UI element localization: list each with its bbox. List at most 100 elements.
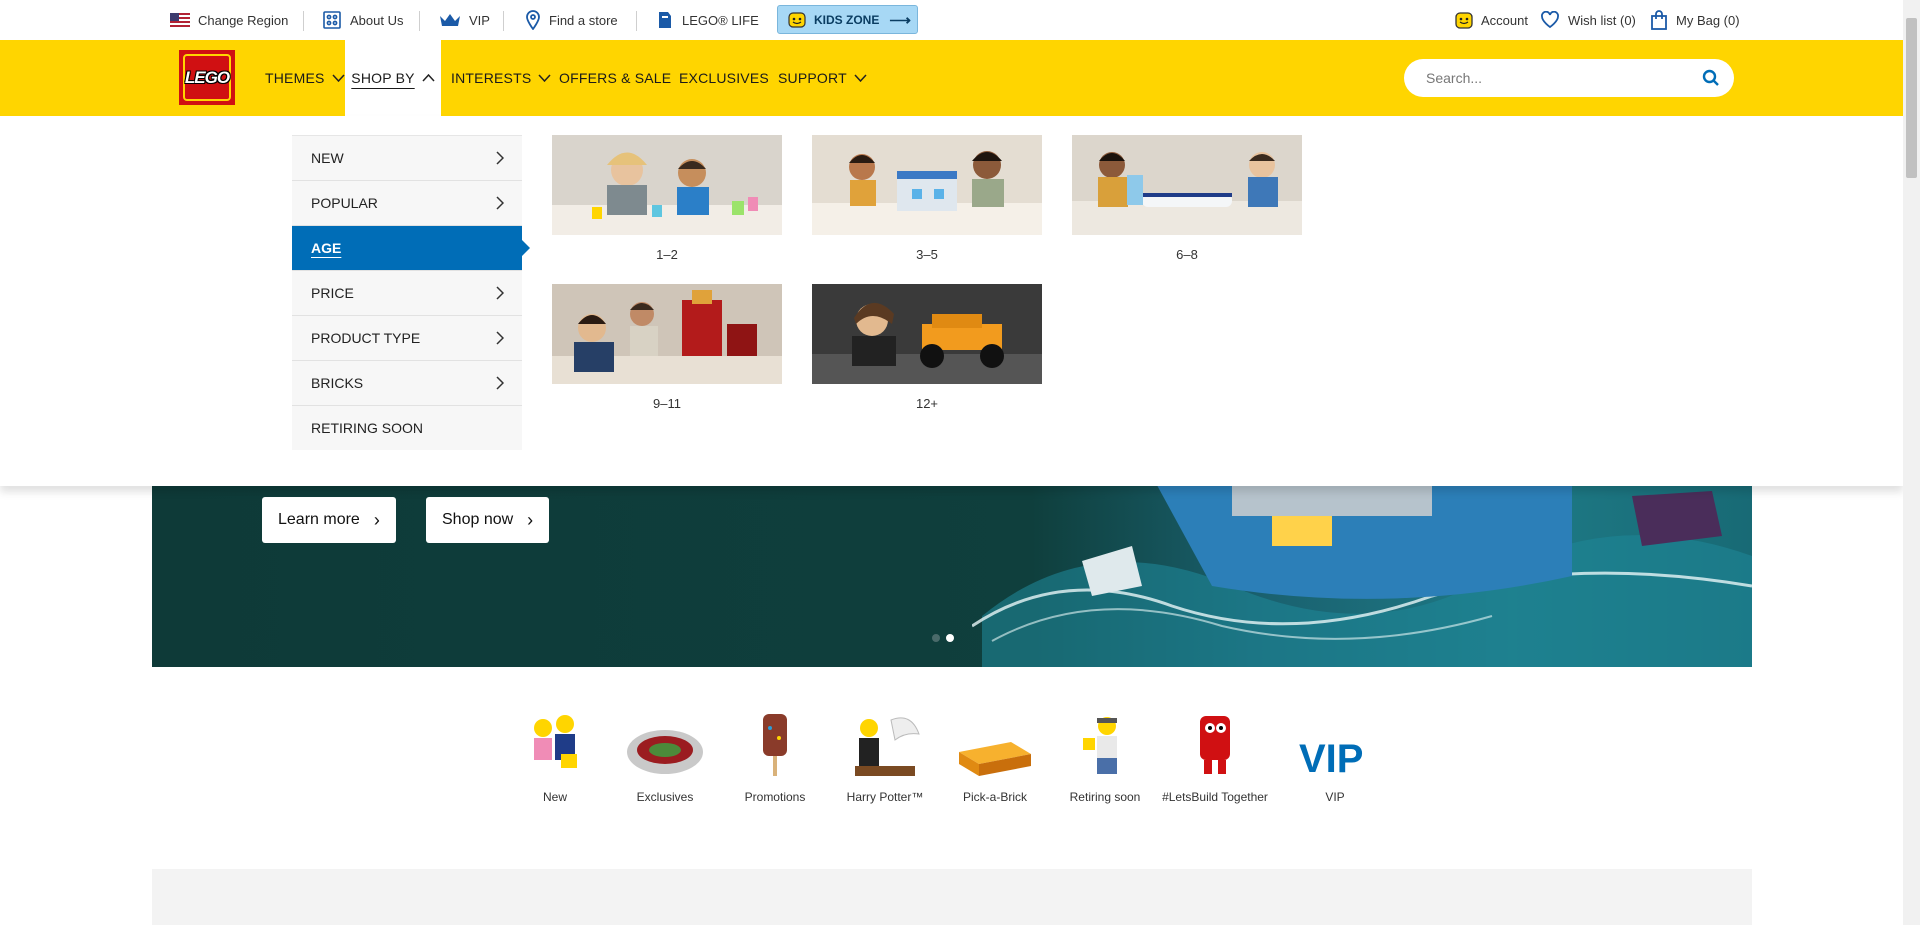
change-region-label: Change Region [198, 12, 289, 28]
lego-life-link[interactable]: LEGO® LIFE [656, 0, 759, 40]
menu-item-product-type[interactable]: PRODUCT TYPE [292, 315, 522, 360]
page-scrollbar[interactable] [1903, 0, 1920, 925]
svg-text:VIP: VIP [1299, 737, 1363, 780]
menu-item-label: PRICE [311, 285, 354, 301]
carousel-dot[interactable] [932, 634, 940, 642]
chevron-down-icon [331, 74, 345, 82]
hero-banner: Learn more › Shop now › [152, 466, 1752, 667]
menu-item-label: NEW [311, 150, 344, 166]
nav-interests[interactable]: INTERESTS [451, 40, 551, 116]
red-brick-character-icon [1160, 700, 1270, 780]
menu-item-retiring-soon[interactable]: RETIRING SOON [292, 405, 522, 450]
about-us-link[interactable]: About Us [322, 0, 403, 40]
stadium-model-icon [610, 700, 720, 780]
quicklink-exclusives[interactable]: Exclusives [610, 700, 720, 804]
quicklink-promotions[interactable]: Promotions [720, 700, 830, 804]
quicklink-harry-potter[interactable]: Harry Potter™ [830, 700, 940, 804]
age-card-1-2[interactable]: 1–2 [552, 135, 782, 262]
account-label: Account [1481, 12, 1528, 28]
quicklink-vip[interactable]: VIP VIP [1280, 700, 1390, 804]
menu-item-label: RETIRING SOON [311, 420, 424, 436]
quicklink-retiring-soon[interactable]: Retiring soon [1050, 700, 1160, 804]
quicklink-label: Harry Potter™ [846, 790, 924, 804]
quicklink-label: Exclusives [636, 790, 694, 804]
scrollbar-thumb[interactable] [1906, 18, 1917, 178]
chevron-right-icon [496, 331, 504, 345]
my-bag-label: My Bag (0) [1676, 12, 1740, 28]
divider [636, 11, 637, 31]
menu-item-bricks[interactable]: BRICKS [292, 360, 522, 405]
age-card-6-8[interactable]: 6–8 [1072, 135, 1302, 262]
search-input[interactable] [1424, 69, 1702, 87]
kids-zone-button[interactable]: KIDS ZONE ⟶ [777, 5, 918, 34]
carousel-dots [932, 634, 954, 642]
menu-item-age[interactable]: AGE [292, 225, 530, 270]
age-label: 6–8 [1176, 247, 1198, 262]
kids-zone-label: KIDS ZONE [814, 12, 880, 27]
menu-item-label: AGE [311, 240, 342, 256]
about-us-label: About Us [350, 12, 404, 28]
arrow-right-icon: ⟶ [889, 11, 911, 29]
account-link[interactable]: Account [1455, 0, 1528, 40]
nav-offers-sale[interactable]: OFFERS & SALE [559, 40, 671, 116]
utility-bar: Change Region About Us VIP Find a store … [0, 0, 1903, 40]
vip-logo-icon: VIP [1280, 700, 1390, 780]
vip-link[interactable]: VIP [439, 0, 490, 40]
age-photo-teen [812, 284, 1042, 384]
shop-now-label: Shop now [442, 511, 514, 528]
wish-list-label: Wish list (0) [1568, 12, 1636, 28]
search-icon[interactable] [1702, 69, 1720, 87]
chevron-down-icon [538, 74, 551, 82]
lego-life-label: LEGO® LIFE [682, 12, 759, 28]
lego-logo[interactable]: LEGO [179, 50, 235, 105]
chevron-right-icon: › [527, 509, 534, 530]
carousel-dot-active[interactable] [946, 634, 954, 642]
quicklink-new[interactable]: New [500, 700, 610, 804]
wish-list-link[interactable]: Wish list (0) [1540, 0, 1636, 40]
shop-by-category-list: NEW POPULAR AGE PRICE PRODUCT TYPE BRICK… [292, 135, 530, 450]
nav-shop-by[interactable]: SHOP BY [345, 40, 441, 116]
vip-crown-icon [440, 14, 460, 26]
age-photo-toddler [552, 135, 782, 235]
lego-life-icon [659, 12, 671, 28]
chevron-right-icon [496, 151, 504, 165]
us-flag-icon [170, 13, 190, 27]
nav-themes-label: THEMES [265, 70, 325, 86]
nav-exclusives[interactable]: EXCLUSIVES [679, 40, 769, 116]
quicklink-label: Retiring soon [1069, 790, 1141, 804]
lego-logo-text: LEGO [183, 54, 231, 101]
quicklink-pick-a-brick[interactable]: Pick-a-Brick [940, 700, 1050, 804]
learn-more-label: Learn more [278, 511, 360, 528]
orange-brick-icon [940, 700, 1050, 780]
age-card-12-plus[interactable]: 12+ [812, 284, 1042, 411]
my-bag-link[interactable]: My Bag (0) [1650, 0, 1740, 40]
find-store-label: Find a store [549, 12, 618, 28]
quicklink-letsbuild-together[interactable]: #LetsBuild Together [1160, 700, 1270, 804]
search-box [1404, 59, 1734, 97]
vip-label: VIP [469, 12, 490, 28]
change-region-link[interactable]: Change Region [170, 0, 288, 40]
menu-item-new[interactable]: NEW [292, 135, 522, 180]
age-card-3-5[interactable]: 3–5 [812, 135, 1042, 262]
quicklink-label: #LetsBuild Together [1162, 790, 1268, 804]
menu-item-price[interactable]: PRICE [292, 270, 522, 315]
menu-item-popular[interactable]: POPULAR [292, 180, 522, 225]
chevron-right-icon [496, 196, 504, 210]
nav-themes[interactable]: THEMES [265, 40, 345, 116]
shop-now-button[interactable]: Shop now › [426, 497, 550, 543]
age-card-9-11[interactable]: 9–11 [552, 284, 782, 411]
quicklinks-row: New Exclusives Promotions Harry Potter™ … [500, 700, 1400, 830]
account-minifig-icon [1455, 12, 1473, 29]
nav-support[interactable]: SUPPORT [778, 40, 867, 116]
heart-icon [1541, 11, 1559, 29]
hero-ship-illustration [972, 476, 1752, 667]
age-label: 1–2 [656, 247, 678, 262]
learn-more-button[interactable]: Learn more › [262, 497, 396, 543]
minifig-couple-icon [500, 700, 610, 780]
find-store-link[interactable]: Find a store [525, 0, 618, 40]
nav-exclusives-label: EXCLUSIVES [679, 70, 769, 86]
chevron-up-icon [422, 74, 435, 82]
retiree-minifig-icon [1050, 700, 1160, 780]
divider [303, 11, 304, 31]
quicklink-label: New [542, 790, 567, 804]
